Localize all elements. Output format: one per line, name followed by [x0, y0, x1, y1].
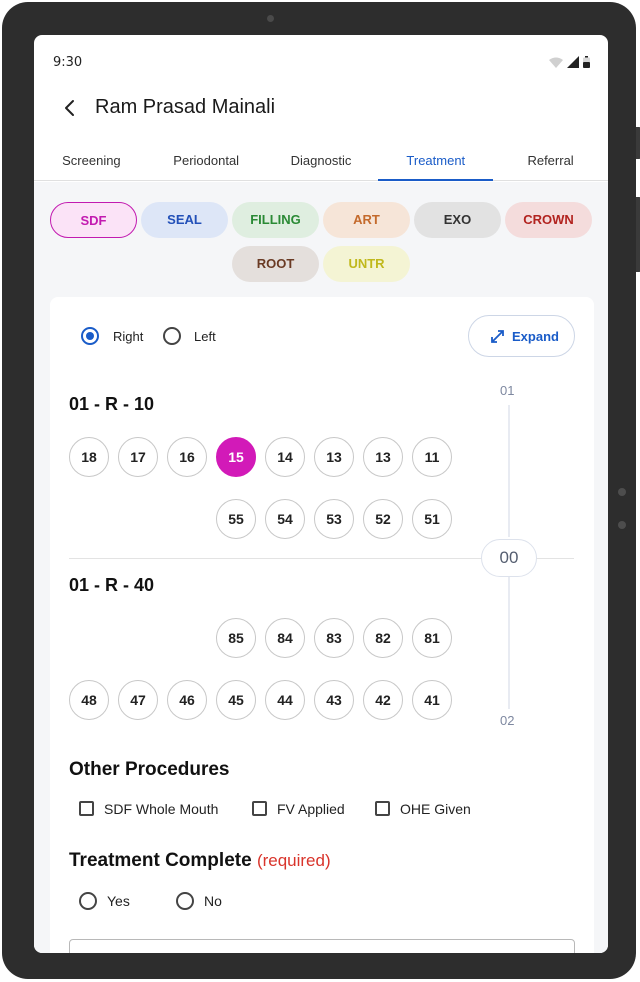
side-button [636, 127, 640, 159]
chip-label: SDF [80, 213, 107, 228]
signal-icon [567, 56, 579, 68]
tooth-button[interactable]: 81 [412, 618, 452, 658]
chip-label: EXO [443, 212, 472, 227]
tooth-button[interactable]: 54 [265, 499, 305, 539]
battery-icon [583, 56, 590, 68]
app-bar: Ram Prasad Mainali [34, 90, 608, 130]
tooth-button[interactable]: 84 [265, 618, 305, 658]
front-camera [267, 15, 274, 22]
chip-seal[interactable]: SEAL [141, 202, 228, 238]
expand-label: Expand [512, 329, 559, 344]
tooth-button[interactable]: 55 [216, 499, 256, 539]
volume-button [636, 197, 640, 272]
tab-screening[interactable]: Screening [34, 143, 149, 180]
tooth-button[interactable]: 53 [314, 499, 354, 539]
quadrant-title-lower: 01 - R - 40 [69, 575, 155, 595]
tooth-button[interactable]: 14 [265, 437, 305, 477]
checkbox-fv-applied[interactable] [252, 801, 267, 816]
notes-input[interactable] [69, 939, 575, 953]
scroller-track [508, 577, 510, 709]
treatment-complete-label: Treatment Complete [69, 850, 252, 871]
checkbox-ohe-given-label: OHE Given [400, 801, 471, 817]
tab-periodontal[interactable]: Periodontal [149, 143, 264, 180]
tablet-frame: 9:30 Ram Prasad Mainali Screening Period… [2, 2, 640, 979]
screen: 9:30 Ram Prasad Mainali Screening Period… [34, 35, 608, 953]
chip-exo[interactable]: EXO [414, 202, 501, 238]
tooth-button[interactable]: 44 [265, 680, 305, 720]
tooth-button[interactable]: 13 [314, 437, 354, 477]
chip-label: SEAL [167, 212, 202, 227]
tooth-button[interactable]: 82 [363, 618, 403, 658]
page-title: Ram Prasad Mainali [95, 96, 276, 118]
tooth-button[interactable]: 15 [216, 437, 256, 477]
tooth-button[interactable]: 41 [412, 680, 452, 720]
chip-label: ROOT [256, 256, 295, 271]
scroller-handle[interactable]: 00 [481, 539, 537, 577]
radio-yes[interactable] [79, 892, 97, 910]
back-button[interactable] [60, 96, 80, 120]
tab-referral[interactable]: Referral [493, 143, 608, 180]
radio-left[interactable] [163, 327, 181, 345]
checkbox-sdf-whole-mouth-label: SDF Whole Mouth [104, 801, 219, 817]
checkbox-ohe-given[interactable] [375, 801, 390, 816]
tooth-button[interactable]: 51 [412, 499, 452, 539]
quadrant-title-upper: 01 - R - 10 [69, 394, 155, 414]
tab-diagnostic[interactable]: Diagnostic [264, 143, 379, 180]
chip-label: CROWN [523, 212, 574, 227]
radio-no[interactable] [176, 892, 194, 910]
status-time: 9:30 [53, 55, 83, 70]
chip-root[interactable]: ROOT [232, 246, 319, 282]
tooth-button[interactable]: 42 [363, 680, 403, 720]
scroller-track [508, 405, 510, 537]
tooth-button[interactable]: 18 [69, 437, 109, 477]
expand-button[interactable]: Expand [468, 315, 575, 357]
side-connector [618, 521, 626, 529]
radio-right[interactable] [81, 327, 99, 345]
chip-label: UNTR [348, 256, 385, 271]
scroller-bottom-label: 02 [500, 713, 515, 728]
tooth-button[interactable]: 46 [167, 680, 207, 720]
tooth-button[interactable]: 11 [412, 437, 452, 477]
tab-treatment[interactable]: Treatment [378, 143, 493, 181]
tooth-button[interactable]: 13 [363, 437, 403, 477]
checkbox-fv-applied-label: FV Applied [277, 801, 345, 817]
tooth-button[interactable]: 48 [69, 680, 109, 720]
chip-untr[interactable]: UNTR [323, 246, 410, 282]
treatment-complete-title: Treatment Complete (required) [69, 850, 331, 872]
radio-no-label: No [204, 893, 222, 909]
tooth-button[interactable]: 45 [216, 680, 256, 720]
radio-yes-label: Yes [107, 893, 130, 909]
status-icons [549, 56, 590, 68]
chip-sdf[interactable]: SDF [50, 202, 137, 238]
scroller-top-label: 01 [500, 383, 515, 398]
chip-label: FILLING [250, 212, 301, 227]
wifi-icon [549, 57, 563, 68]
tooth-button[interactable]: 85 [216, 618, 256, 658]
chip-art[interactable]: ART [323, 202, 410, 238]
tab-bar: Screening Periodontal Diagnostic Treatme… [34, 143, 608, 181]
radio-left-label: Left [194, 329, 216, 344]
chip-label: ART [353, 212, 380, 227]
tooth-button[interactable]: 17 [118, 437, 158, 477]
status-bar: 9:30 [34, 35, 608, 85]
required-marker: (required) [256, 851, 331, 870]
tooth-button[interactable]: 83 [314, 618, 354, 658]
side-connector [618, 488, 626, 496]
tooth-button[interactable]: 43 [314, 680, 354, 720]
radio-right-label: Right [113, 329, 144, 344]
chip-crown[interactable]: CROWN [505, 202, 592, 238]
expand-icon [491, 330, 504, 343]
checkbox-sdf-whole-mouth[interactable] [79, 801, 94, 816]
back-arrow-icon [65, 100, 74, 116]
tooth-button[interactable]: 16 [167, 437, 207, 477]
tooth-button[interactable]: 47 [118, 680, 158, 720]
other-procedures-title: Other Procedures [69, 759, 230, 780]
tooth-button[interactable]: 52 [363, 499, 403, 539]
chip-filling[interactable]: FILLING [232, 202, 319, 238]
